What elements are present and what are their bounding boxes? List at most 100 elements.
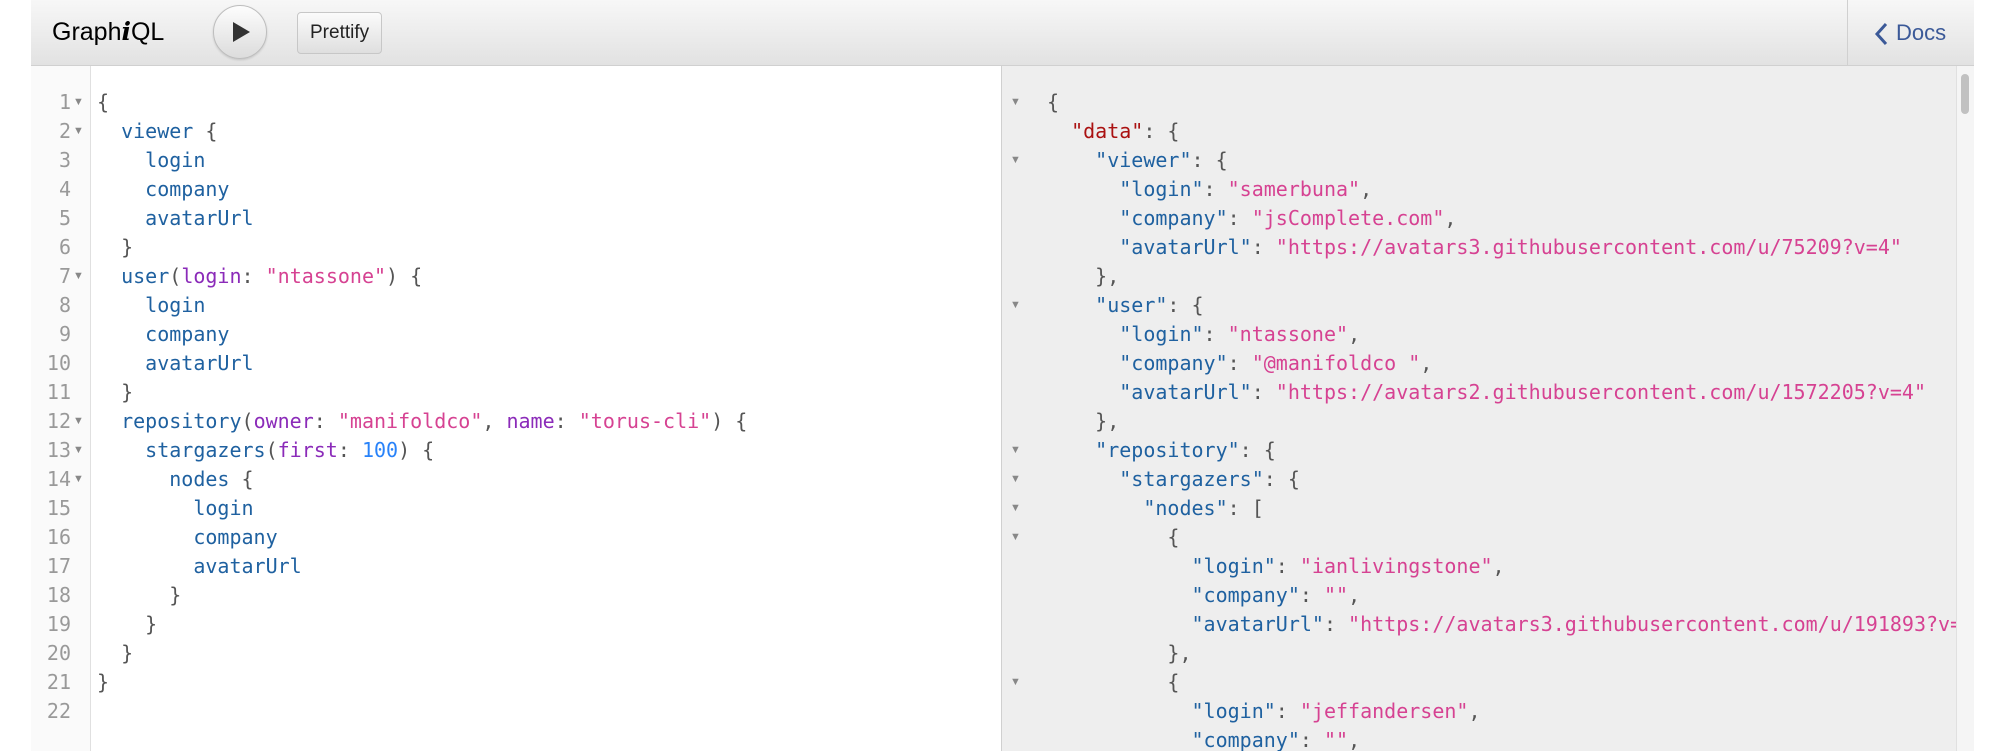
graphiql-window: GraphiQL Prettify Docs 1 ▼{2 ▼ viewer {3 l… xyxy=(31,0,1974,751)
code-token: }, xyxy=(1095,264,1120,288)
fold-toggle-icon[interactable]: ▼ xyxy=(73,117,84,146)
fold-toggle-icon[interactable]: ▼ xyxy=(1010,523,1021,552)
docs-button[interactable]: Docs xyxy=(1847,0,1974,65)
line-number: 7 xyxy=(58,264,71,288)
fold-toggle-icon[interactable]: ▼ xyxy=(1010,146,1021,175)
line-number: 8 xyxy=(58,293,71,317)
fold-toggle-icon[interactable]: ▼ xyxy=(73,262,84,291)
code-line: "nodes": [ xyxy=(1047,494,1263,523)
fold-toggle-icon[interactable]: ▼ xyxy=(1010,436,1021,465)
code-token: login xyxy=(145,293,206,317)
code-token: "jsComplete.com" xyxy=(1251,206,1445,230)
code-token: avatarUrl xyxy=(193,554,302,578)
code-token: "login" xyxy=(1119,177,1204,201)
code-token: "https://avatars3.githubusercontent.com/… xyxy=(1348,612,1974,636)
fold-toggle-icon[interactable]: ▼ xyxy=(73,465,84,494)
code-token: : xyxy=(1251,380,1276,404)
line-number: 14 xyxy=(46,467,71,491)
fold-toggle-icon[interactable]: ▼ xyxy=(1010,668,1021,697)
line-number: 6 xyxy=(58,235,71,259)
code-token: , xyxy=(1348,583,1361,607)
code-line: company xyxy=(97,175,229,204)
fold-toggle-icon[interactable]: ▼ xyxy=(1010,494,1021,523)
query-editor[interactable]: 1 ▼{2 ▼ viewer {3 login 4 company 5 avatarUr… xyxy=(31,66,1001,751)
code-token: avatarUrl xyxy=(145,206,254,230)
code-token: : { xyxy=(1191,148,1228,172)
code-token: "user" xyxy=(1095,293,1168,317)
fold-toggle-icon[interactable]: ▼ xyxy=(1010,88,1021,117)
fold-toggle-icon[interactable]: ▼ xyxy=(73,88,84,117)
code-line: "company": "@manifoldco ", xyxy=(1047,349,1432,378)
fold-toggle-icon[interactable]: ▼ xyxy=(1010,465,1021,494)
code-token: login xyxy=(193,496,254,520)
code-token: : xyxy=(241,264,266,288)
line-number: 11 xyxy=(46,380,71,404)
code-line: "avatarUrl": "https://avatars3.githubuse… xyxy=(1047,233,1902,262)
scrollbar-thumb[interactable] xyxy=(1961,74,1969,114)
code-token: company xyxy=(145,177,230,201)
result-scrollbar[interactable] xyxy=(1956,66,1974,751)
code-token: "ianlivingstone" xyxy=(1299,554,1493,578)
line-number: 18 xyxy=(46,583,71,607)
fold-toggle-icon[interactable]: ▼ xyxy=(73,407,84,436)
code-token: : xyxy=(1227,206,1252,230)
code-line: repository(owner: "manifoldco", name: "t… xyxy=(97,407,747,436)
code-token: login xyxy=(145,148,206,172)
code-token: : { xyxy=(1143,119,1180,143)
code-line: "login": "samerbuna", xyxy=(1047,175,1372,204)
code-token: } xyxy=(121,641,134,665)
code-token: "company" xyxy=(1191,583,1300,607)
code-token: } xyxy=(121,380,134,404)
code-token: "avatarUrl" xyxy=(1119,235,1252,259)
code-token: ( xyxy=(241,409,254,433)
code-token: } xyxy=(97,670,110,694)
code-line: } xyxy=(97,378,133,407)
code-line: login xyxy=(97,146,205,175)
code-token: viewer xyxy=(121,119,194,143)
code-line: viewer { xyxy=(97,117,217,146)
code-token: ) { xyxy=(398,438,435,462)
code-token: , xyxy=(1444,206,1457,230)
code-line: { xyxy=(1047,88,1059,117)
code-token: ( xyxy=(169,264,182,288)
execute-query-button[interactable] xyxy=(213,5,267,59)
code-token: name xyxy=(506,409,555,433)
code-token: : xyxy=(1275,699,1300,723)
code-token: "company" xyxy=(1119,351,1228,375)
code-token: { xyxy=(229,467,254,491)
code-token: { xyxy=(1167,670,1180,694)
code-token: "manifoldco" xyxy=(337,409,483,433)
line-number: 4 xyxy=(58,177,71,201)
code-token: "ntassone" xyxy=(265,264,387,288)
line-number: 10 xyxy=(46,351,71,375)
fold-toggle-icon[interactable]: ▼ xyxy=(73,436,84,465)
code-token: ) { xyxy=(711,409,748,433)
code-line: } xyxy=(97,610,157,639)
line-number: 9 xyxy=(58,322,71,346)
code-token: "login" xyxy=(1191,699,1276,723)
code-token: { xyxy=(193,119,218,143)
code-token: "torus-cli" xyxy=(578,409,712,433)
code-token: "avatarUrl" xyxy=(1119,380,1252,404)
prettify-button[interactable]: Prettify xyxy=(297,12,383,54)
fold-toggle-icon[interactable]: ▼ xyxy=(1010,291,1021,320)
code-token: , xyxy=(1348,728,1361,751)
code-token: : xyxy=(1203,177,1228,201)
result-viewer: ▼{ "data": {▼ "viewer": { "login": "same… xyxy=(1001,66,1974,751)
play-icon xyxy=(233,22,250,42)
